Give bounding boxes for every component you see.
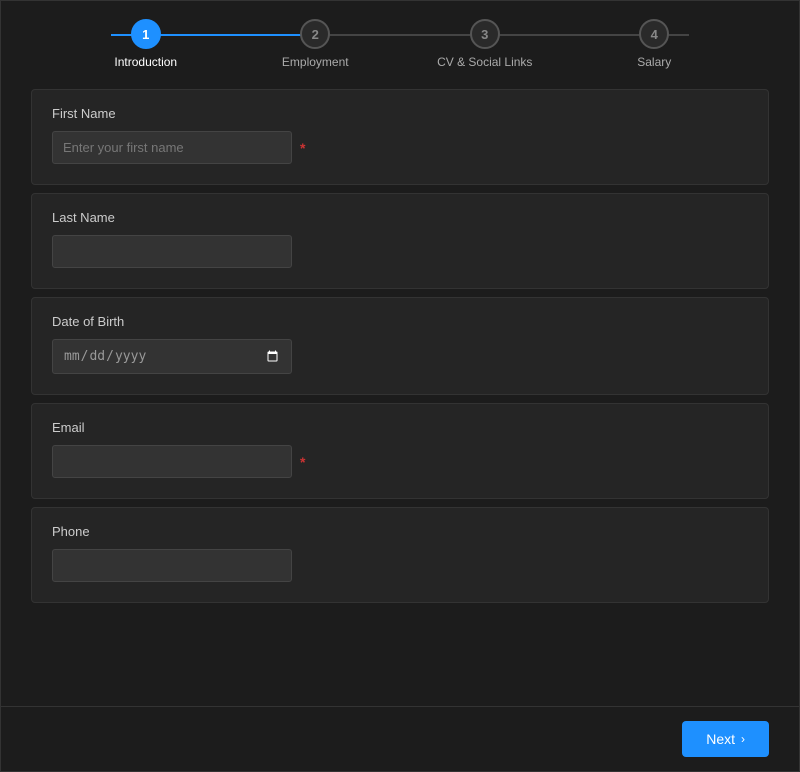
next-button[interactable]: Next › <box>682 721 769 757</box>
step-2-label: Employment <box>282 55 349 69</box>
first-name-required-star: * <box>300 140 305 156</box>
phone-label: Phone <box>52 524 748 539</box>
step-4-label: Salary <box>637 55 671 69</box>
dob-input[interactable] <box>52 339 292 374</box>
next-button-label: Next <box>706 731 735 747</box>
step-4-circle: 4 <box>639 19 669 49</box>
last-name-row <box>52 235 748 268</box>
phone-input[interactable] <box>52 549 292 582</box>
email-required-star: * <box>300 454 305 470</box>
phone-section: Phone <box>31 507 769 603</box>
step-1[interactable]: 1 Introduction <box>61 19 231 69</box>
last-name-input[interactable] <box>52 235 292 268</box>
first-name-input[interactable] <box>52 131 292 164</box>
step-1-circle: 1 <box>131 19 161 49</box>
step-3-label: CV & Social Links <box>437 55 532 69</box>
dob-section: Date of Birth <box>31 297 769 395</box>
first-name-section: First Name * <box>31 89 769 185</box>
dob-row <box>52 339 748 374</box>
email-label: Email <box>52 420 748 435</box>
next-chevron-icon: › <box>741 732 745 746</box>
last-name-label: Last Name <box>52 210 748 225</box>
step-2[interactable]: 2 Employment <box>231 19 401 69</box>
dob-label: Date of Birth <box>52 314 748 329</box>
step-4[interactable]: 4 Salary <box>570 19 740 69</box>
last-name-section: Last Name <box>31 193 769 289</box>
stepper: 1 Introduction 2 Employment 3 CV & Socia… <box>1 1 799 79</box>
email-section: Email * <box>31 403 769 499</box>
phone-row <box>52 549 748 582</box>
first-name-row: * <box>52 131 748 164</box>
step-2-circle: 2 <box>300 19 330 49</box>
footer: Next › <box>1 706 799 771</box>
step-1-label: Introduction <box>114 55 177 69</box>
form-area: First Name * Last Name Date of Birth Ema… <box>1 79 799 706</box>
email-input[interactable] <box>52 445 292 478</box>
step-3[interactable]: 3 CV & Social Links <box>400 19 570 69</box>
step-3-circle: 3 <box>470 19 500 49</box>
first-name-label: First Name <box>52 106 748 121</box>
email-row: * <box>52 445 748 478</box>
page-container: 1 Introduction 2 Employment 3 CV & Socia… <box>0 0 800 772</box>
